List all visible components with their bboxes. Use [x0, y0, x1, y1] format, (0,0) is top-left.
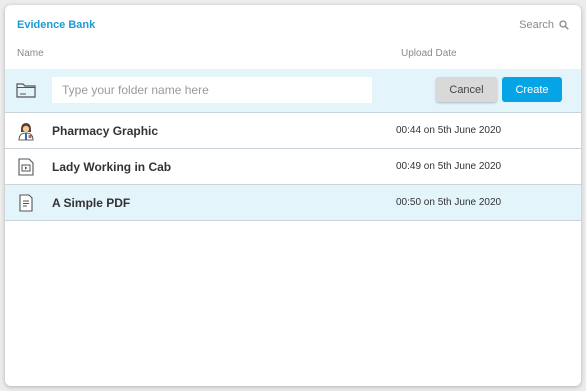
new-folder-row: Cancel Create: [5, 69, 581, 113]
file-row-a-simple-pdf[interactable]: A Simple PDF 00:50 on 5th June 2020: [5, 185, 581, 221]
cancel-button[interactable]: Cancel: [436, 77, 497, 102]
create-button[interactable]: Create: [502, 77, 562, 102]
file-name: A Simple PDF: [52, 196, 131, 210]
file-upload-date: 00:50 on 5th June 2020: [396, 197, 502, 208]
video-file-icon: [18, 158, 34, 176]
evidence-bank-panel: Evidence Bank Search Name Upload Date Ca…: [5, 5, 581, 386]
document-file-icon: [19, 194, 33, 212]
file-name: Lady Working in Cab: [52, 160, 172, 174]
file-row-pharmacy-graphic[interactable]: Pharmacy Graphic 00:44 on 5th June 2020: [5, 113, 581, 149]
folder-name-input[interactable]: [52, 77, 372, 103]
pharmacist-image-icon: [18, 123, 34, 141]
search-label: Search: [519, 19, 554, 31]
file-upload-date: 00:44 on 5th June 2020: [396, 125, 502, 136]
column-header-upload-date: Upload Date: [401, 48, 457, 59]
folder-icon: [16, 83, 36, 98]
file-row-lady-working-in-cab[interactable]: Lady Working in Cab 00:49 on 5th June 20…: [5, 149, 581, 185]
page-title: Evidence Bank: [17, 19, 96, 31]
file-name: Pharmacy Graphic: [52, 124, 159, 138]
search-button[interactable]: Search: [519, 19, 569, 31]
search-icon: [559, 20, 569, 30]
file-upload-date: 00:49 on 5th June 2020: [396, 161, 502, 172]
column-header-name: Name: [17, 48, 44, 59]
